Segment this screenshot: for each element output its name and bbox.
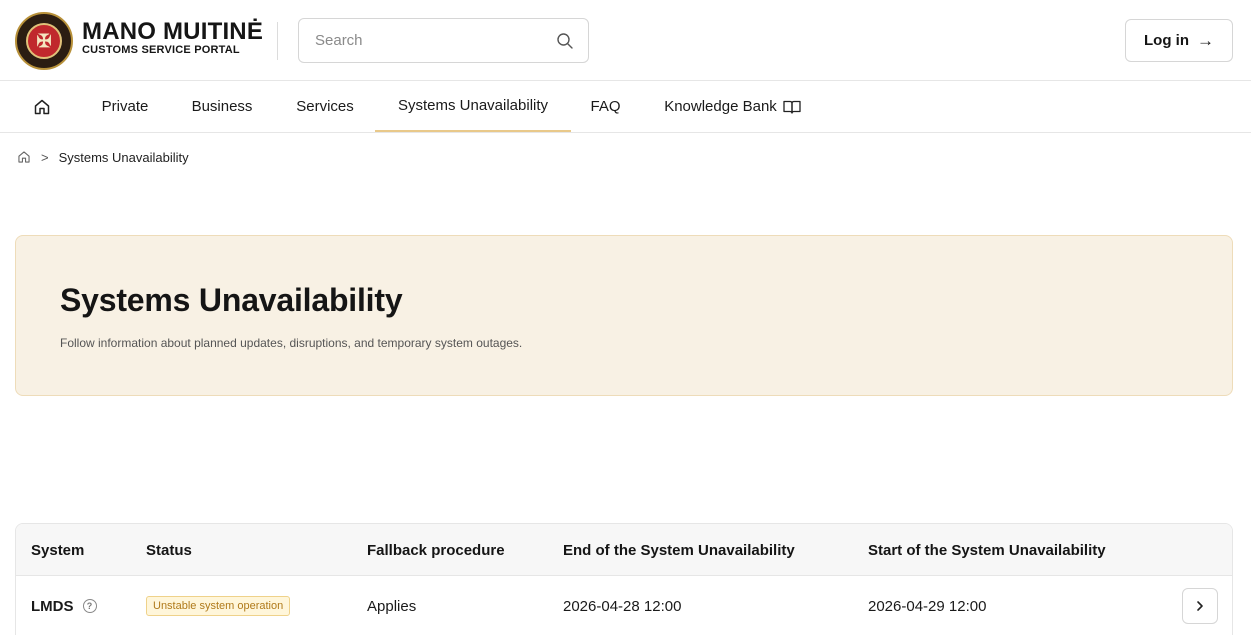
column-header-system: System <box>31 541 85 559</box>
unavailability-table: System Status Fallback procedure End of … <box>15 523 1233 635</box>
brand-title: MANO MUITINĖ <box>82 18 264 45</box>
brand-divider <box>277 22 278 60</box>
brand[interactable]: MANO MUITINĖ CUSTOMS SERVICE PORTAL <box>82 18 264 57</box>
breadcrumb: > Systems Unavailability <box>17 148 189 166</box>
column-header-status: Status <box>146 541 192 559</box>
help-circle-icon[interactable]: ? <box>82 599 97 613</box>
arrow-right-icon: → <box>1197 30 1214 50</box>
nav-item-private[interactable]: Private <box>86 81 164 132</box>
nav-item-systems-unavailability[interactable]: Systems Unavailability <box>375 81 571 132</box>
page-title: Systems Unavailability <box>60 282 403 318</box>
cell-system: LMDS ? <box>31 576 97 635</box>
cell-start: 2026-04-29 12:00 <box>868 597 987 615</box>
table-header: System Status Fallback procedure End of … <box>16 524 1232 576</box>
site-header: ✠ MANO MUITINĖ CUSTOMS SERVICE PORTAL Lo… <box>0 0 1251 81</box>
home-icon <box>34 99 50 114</box>
chevron-right-icon <box>1197 601 1203 611</box>
system-name: LMDS <box>31 597 74 615</box>
search-input[interactable] <box>300 20 540 61</box>
cell-fallback: Applies <box>367 597 417 615</box>
column-header-start: Start of the System Unavailability <box>868 541 1106 559</box>
column-header-end: End of the System Unavailability <box>563 541 795 559</box>
login-label: Log in <box>1144 32 1189 49</box>
column-header-fallback: Fallback procedure <box>367 541 505 559</box>
search-box <box>298 18 589 63</box>
home-icon[interactable] <box>17 150 31 164</box>
nav-item-knowledge-bank-label: Knowledge Bank <box>664 98 777 115</box>
cell-status: Unstable system operation <box>146 576 291 635</box>
login-button[interactable]: Log in → <box>1125 19 1233 62</box>
nav-item-business[interactable]: Business <box>174 81 270 132</box>
search-icon[interactable] <box>556 32 574 50</box>
nav-home[interactable] <box>22 81 62 132</box>
main-nav: Private Business Services Systems Unavai… <box>0 81 1251 133</box>
hero-banner: Systems Unavailability Follow informatio… <box>15 235 1233 396</box>
row-expand-button[interactable] <box>1182 588 1218 624</box>
emblem-icon[interactable]: ✠ <box>15 12 73 70</box>
table-row[interactable]: LMDS ? Unstable system operation Applies… <box>16 576 1232 635</box>
status-badge: Unstable system operation <box>146 596 291 616</box>
cell-end: 2026-04-28 12:00 <box>563 597 682 615</box>
nav-item-faq[interactable]: FAQ <box>578 81 633 132</box>
nav-item-services[interactable]: Services <box>280 81 370 132</box>
breadcrumb-separator: > <box>41 149 49 165</box>
book-icon <box>783 100 801 114</box>
nav-item-knowledge-bank[interactable]: Knowledge Bank <box>650 81 815 132</box>
brand-subtitle: CUSTOMS SERVICE PORTAL <box>82 44 240 56</box>
page-description: Follow information about planned updates… <box>60 336 523 350</box>
breadcrumb-current: Systems Unavailability <box>58 149 189 165</box>
